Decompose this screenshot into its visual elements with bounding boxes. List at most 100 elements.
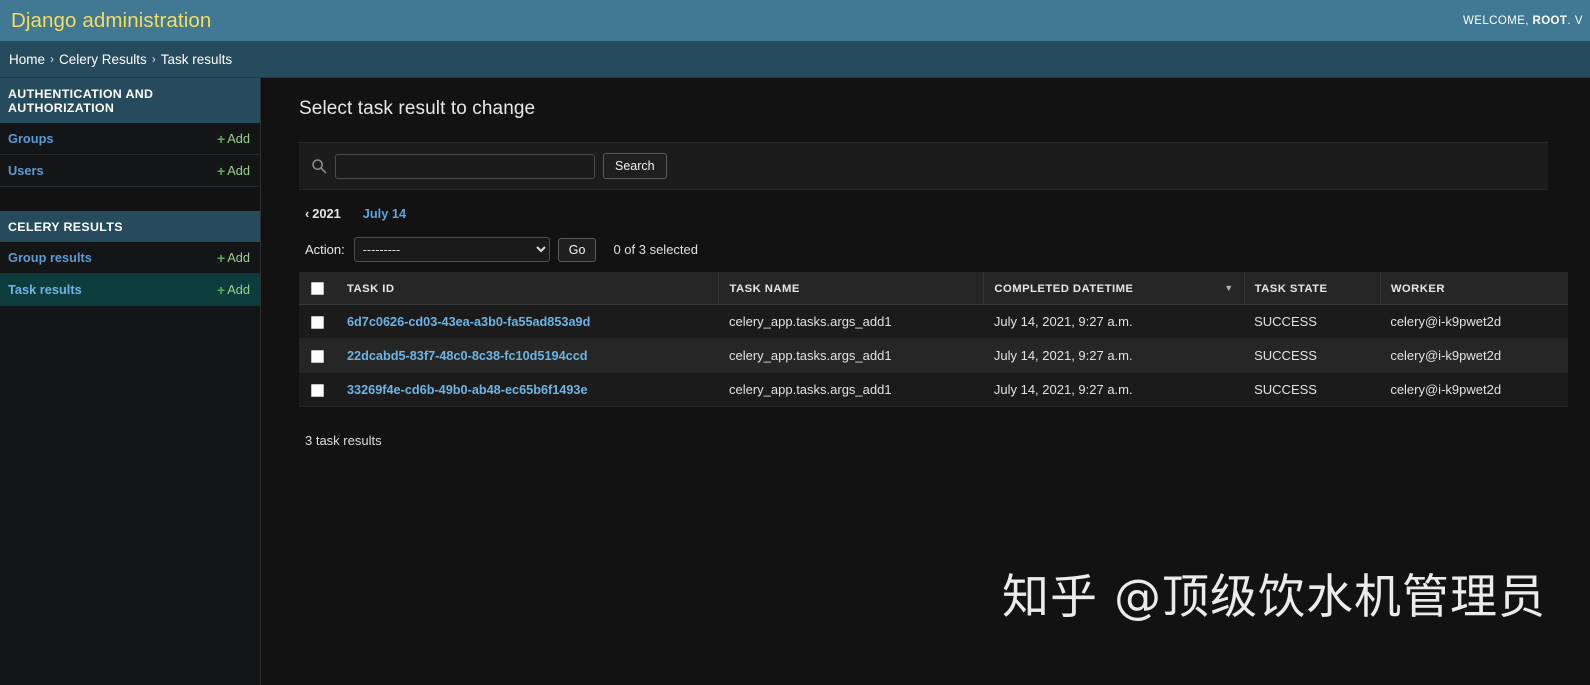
column-header-task-id[interactable]: TASK ID [337,272,720,305]
sidebar-link-task-results[interactable]: Task results [8,282,82,297]
user-tools-link[interactable]: V [1575,15,1583,27]
result-count: 3 task results [305,433,382,449]
column-header-worker-label: WORKER [1390,282,1445,295]
column-header-task-name-label: TASK NAME [729,282,800,295]
cell-task-name: celery_app.tasks.args_add1 [718,304,984,340]
task-id-link[interactable]: 33269f4e-cd6b-49b0-ab48-ec65b6f1493e [347,383,588,397]
chevron-left-icon: ‹ [305,206,310,221]
cell-completed-datetime: July 14, 2021, 9:27 a.m. [983,372,1245,408]
breadcrumb-home[interactable]: Home [9,52,45,67]
column-header-select-all[interactable] [299,272,337,305]
row-checkbox[interactable] [311,316,324,330]
cell-task-id: 22dcabd5-83f7-48c0-8c38-fc10d5194ccd [337,338,719,374]
column-header-worker[interactable]: WORKER [1380,272,1570,305]
cell-completed-datetime: July 14, 2021, 9:27 a.m. [983,304,1245,340]
table-row: 6d7c0626-cd03-43ea-a3b0-fa55ad853a9d cel… [299,304,1570,340]
site-header: Django administration WELCOME, ROOT. V [0,0,1590,41]
date-hierarchy-current[interactable]: July 14 [363,206,406,221]
sidebar-link-groups[interactable]: Groups [8,131,54,146]
sidebar-link-users[interactable]: Users [8,163,44,178]
sidebar-add-task-results-label: Add [227,282,250,297]
sidebar-add-cell-groups: + Add [180,123,260,155]
cell-task-state: SUCCESS [1244,338,1381,374]
plus-icon: + [217,131,226,147]
cell-task-name: celery_app.tasks.args_add1 [718,338,984,374]
action-label: Action: [305,242,345,257]
sidebar-group-auth: AUTHENTICATION AND AUTHORIZATION Groups … [0,78,260,187]
sidebar-item-users[interactable]: Users + Add [0,155,260,187]
column-header-completed-datetime[interactable]: COMPLETED DATETIME ▼ [983,272,1245,305]
sidebar-gap [0,187,260,211]
cell-worker: celery@i-k9pwet2d [1380,304,1570,340]
row-select-cell[interactable] [299,372,337,408]
sidebar-link-group-results[interactable]: Group results [8,250,92,265]
action-go-button[interactable]: Go [557,237,597,262]
sidebar-add-task-results[interactable]: + Add [217,282,250,297]
date-hierarchy-back-label: 2021 [312,206,341,221]
sidebar-add-group-results-label: Add [227,250,250,265]
search-input[interactable] [335,153,595,179]
site-title: Django administration [11,9,212,32]
sidebar-add-cell-users: + Add [180,155,260,187]
admin-page: Django administration WELCOME, ROOT. V Ho… [0,0,1590,685]
cell-task-state: SUCCESS [1244,304,1381,340]
main-content: Select task result to change Search ‹ 202… [261,78,1590,448]
cell-task-name: celery_app.tasks.args_add1 [718,372,984,408]
cell-task-state: SUCCESS [1244,372,1381,408]
results-table-head: TASK ID TASK NAME COMPLETED DATETIME ▼ T… [299,272,1570,305]
row-checkbox[interactable] [311,350,324,364]
sidebar-item-groups[interactable]: Groups + Add [0,123,260,155]
row-checkbox[interactable] [311,384,324,398]
row-select-cell[interactable] [299,304,337,340]
action-counter: 0 of 3 selected [613,242,698,257]
column-header-task-state[interactable]: TASK STATE [1244,272,1381,305]
table-row: 33269f4e-cd6b-49b0-ab48-ec65b6f1493e cel… [299,372,1570,408]
date-hierarchy-back-2021[interactable]: ‹ 2021 [305,206,341,221]
column-header-task-state-label: TASK STATE [1254,282,1328,295]
results-header-row: TASK ID TASK NAME COMPLETED DATETIME ▼ T… [299,272,1570,305]
sidebar-add-group-results[interactable]: + Add [217,250,250,265]
page-title: Select task result to change [299,98,536,119]
sidebar-add-groups[interactable]: + Add [217,131,250,146]
sidebar-caption-auth: AUTHENTICATION AND AUTHORIZATION [0,78,260,123]
plus-icon: + [217,163,226,179]
date-hierarchy: ‹ 2021 July 14 [299,190,1570,233]
sort-descending-icon[interactable]: ▼ [1224,284,1233,293]
cell-worker: celery@i-k9pwet2d [1380,338,1570,374]
action-select[interactable]: ---------Delete selected task results [353,237,550,262]
sidebar-table-celery: Group results + Add Task results + Add [0,242,260,306]
breadcrumb: Home › Celery Results › Task results [0,41,1590,78]
page-container: AUTHENTICATION AND AUTHORIZATION Groups … [0,78,1590,685]
task-id-link[interactable]: 22dcabd5-83f7-48c0-8c38-fc10d5194ccd [347,349,588,363]
sidebar-item-group-results[interactable]: Group results + Add [0,242,260,274]
actions-bar: Action: ---------Delete selected task re… [299,233,1570,272]
column-header-completed-datetime-label: COMPLETED DATETIME [994,282,1134,295]
user-tools: WELCOME, ROOT. V [1463,15,1583,27]
sidebar-add-users[interactable]: + Add [217,163,250,178]
column-header-task-name[interactable]: TASK NAME [718,272,985,305]
cell-worker: celery@i-k9pwet2d [1380,372,1570,408]
sidebar-add-cell-group-results: + Add [180,242,260,274]
sidebar-group-celery: CELERY RESULTS Group results + Add Task r… [0,211,260,306]
search-toolbar: Search [299,142,1548,190]
sidebar-add-cell-task-results: + Add [180,274,260,306]
cell-task-id: 33269f4e-cd6b-49b0-ab48-ec65b6f1493e [337,372,719,408]
content-wrapper: Select task result to change Search ‹ 202… [261,78,1590,685]
right-gutter [1568,78,1590,685]
cell-task-id: 6d7c0626-cd03-43ea-a3b0-fa55ad853a9d [337,304,719,340]
table-row: 22dcabd5-83f7-48c0-8c38-fc10d5194ccd cel… [299,338,1570,374]
branding: Django administration [11,0,211,41]
task-id-link[interactable]: 6d7c0626-cd03-43ea-a3b0-fa55ad853a9d [347,315,590,329]
sidebar-item-task-results[interactable]: Task results + Add [0,273,260,306]
search-icon [311,158,327,174]
plus-icon: + [217,282,226,298]
sidebar-caption-celery: CELERY RESULTS [0,211,260,242]
breadcrumb-app[interactable]: Celery Results [59,52,147,67]
breadcrumb-separator-1: › [50,52,55,66]
search-button[interactable]: Search [603,153,667,179]
breadcrumb-current: Task results [160,51,233,67]
results-table-body: 6d7c0626-cd03-43ea-a3b0-fa55ad853a9d cel… [299,304,1570,408]
sidebar-add-users-label: Add [227,163,250,178]
row-select-cell[interactable] [299,338,337,374]
select-all-checkbox[interactable] [311,282,324,295]
